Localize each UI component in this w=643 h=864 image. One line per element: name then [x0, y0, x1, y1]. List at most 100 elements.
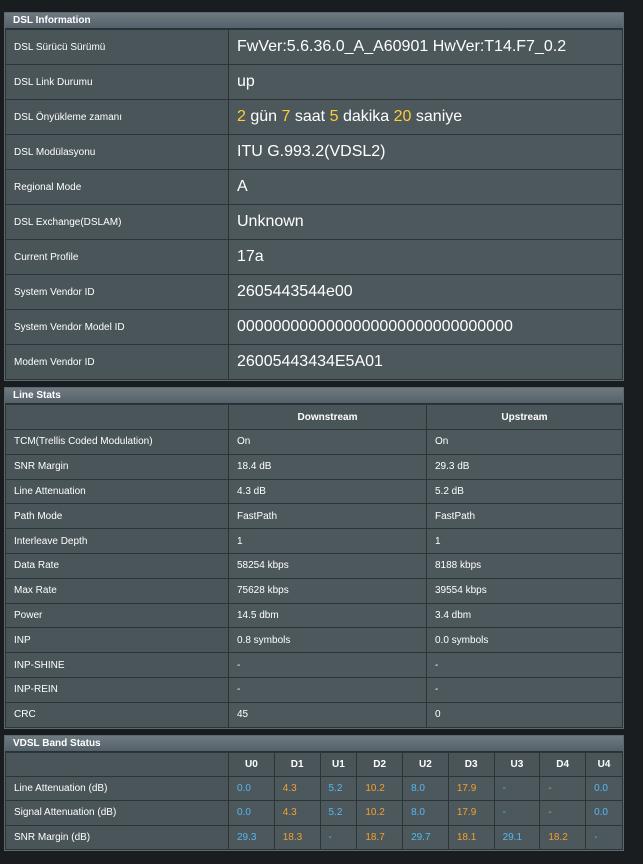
band-value-u2: 8.0: [402, 775, 449, 802]
downstream-cell: On: [228, 429, 427, 455]
band-value-u4: -: [585, 824, 623, 851]
uptime-seconds: 20: [393, 108, 412, 125]
row-label: Modem Vendor ID: [5, 344, 229, 380]
downstream-cell: 45: [228, 701, 427, 728]
current-profile-value: 17a: [228, 239, 623, 275]
table-header-row: Downstream Upstream: [5, 404, 623, 430]
dsl-log-page: DSL Information DSL Sürücü Sürümü FwVer:…: [4, 12, 624, 857]
band-value-u4: 0.0: [585, 775, 623, 802]
row-label: INP-REIN: [5, 676, 229, 703]
band-value-u1: 5.2: [319, 800, 358, 826]
upstream-cell: 29.3 dB: [426, 453, 623, 480]
downstream-cell: 14.5 dbm: [228, 602, 427, 629]
vdsl-band-table: U0 D1 U1 D2 U2 D3 U3 D4 U4 Line Attenuation (dB)…: [5, 751, 623, 851]
row-label: System Vendor Model ID: [5, 309, 229, 345]
table-row: Regional Mode A: [5, 169, 623, 205]
table-row: INP-REIN - -: [5, 676, 623, 703]
dsl-information-title: DSL Information: [5, 13, 623, 29]
table-row: SNR Margin 18.4 dB 29.3 dB: [5, 453, 623, 480]
upstream-cell: 1: [426, 528, 623, 554]
row-label: Current Profile: [5, 239, 229, 275]
band-value-u2: 8.0: [402, 800, 449, 826]
downstream-cell: FastPath: [228, 503, 427, 530]
modulation-value: ITU G.993.2(VDSL2): [228, 134, 623, 170]
line-stats-title: Line Stats: [5, 388, 623, 404]
table-row: Data Rate 58254 kbps 8188 kbps: [5, 552, 623, 579]
upstream-cell: 39554 kbps: [426, 577, 623, 604]
row-label: Max Rate: [5, 577, 229, 604]
table-row: CRC 45 0: [5, 701, 623, 728]
upstream-cell: 0.0 symbols: [426, 627, 623, 654]
uptime-days-unit: gün: [250, 108, 278, 125]
band-header-u3: U3: [493, 751, 541, 777]
band-header-u1: U1: [319, 751, 358, 777]
table-row: INP 0.8 symbols 0.0 symbols: [5, 627, 623, 654]
table-row: INP-SHINE - -: [5, 652, 623, 678]
dsl-information-table: DSL Sürücü Sürümü FwVer:5.6.36.0_A_A6090…: [5, 29, 623, 380]
uptime-value: 2 gün 7 saat 5 dakika 20 saniye: [228, 99, 623, 135]
row-label: Path Mode: [5, 503, 229, 530]
band-header-d4: D4: [539, 751, 587, 777]
downstream-cell: 0.8 symbols: [228, 627, 427, 654]
table-row: DSL Modülasyonu ITU G.993.2(VDSL2): [5, 134, 623, 170]
band-value-u0: 0.0: [228, 800, 275, 826]
regional-mode-value: A: [228, 169, 623, 205]
upstream-cell: -: [426, 652, 623, 678]
downstream-cell: 75628 kbps: [228, 577, 427, 604]
table-row: Interleave Depth 1 1: [5, 528, 623, 554]
row-label: CRC: [5, 701, 229, 728]
band-value-u2: 29.7: [402, 824, 449, 851]
table-header-row: U0 D1 U1 D2 U2 D3 U3 D4 U4: [5, 751, 623, 777]
table-row: Line Attenuation 4.3 dB 5.2 dB: [5, 478, 623, 505]
row-label: Power: [5, 602, 229, 629]
band-value-u3: 29.1: [493, 824, 541, 851]
row-label: System Vendor ID: [5, 274, 229, 310]
uptime-minutes: 5: [329, 108, 339, 125]
band-header-d3: D3: [447, 751, 495, 777]
band-header-u4: U4: [585, 751, 623, 777]
band-value-d2: 18.7: [356, 824, 404, 851]
table-row: Modem Vendor ID 26005443434E5A01: [5, 344, 623, 380]
vdsl-band-status-section: VDSL Band Status U0 D1 U1 D2 U2 D3 U3 D4 U4 Line…: [4, 734, 624, 852]
band-value-d4: -: [539, 800, 587, 826]
band-value-u4: 0.0: [585, 800, 623, 826]
band-value-d3: 17.9: [447, 800, 495, 826]
table-row: Max Rate 75628 kbps 39554 kbps: [5, 577, 623, 604]
table-row: Power 14.5 dbm 3.4 dbm: [5, 602, 623, 629]
row-label: DSL Modülasyonu: [5, 134, 229, 170]
row-label: Data Rate: [5, 552, 229, 579]
row-label: Regional Mode: [5, 169, 229, 205]
row-label: DSL Exchange(DSLAM): [5, 204, 229, 240]
row-label: INP: [5, 627, 229, 654]
row-label: Line Attenuation: [5, 478, 229, 505]
upstream-cell: 8188 kbps: [426, 552, 623, 579]
band-value-d1: 4.3: [273, 800, 321, 826]
band-value-d3: 18.1: [447, 824, 495, 851]
band-header-d1: D1: [273, 751, 321, 777]
row-label: Interleave Depth: [5, 528, 229, 554]
band-value-d4: 18.2: [539, 824, 587, 851]
table-row: DSL Exchange(DSLAM) Unknown: [5, 204, 623, 240]
header-downstream: Downstream: [228, 404, 427, 430]
band-value-u0: 0.0: [228, 775, 275, 802]
band-value-u1: 5.2: [319, 775, 358, 802]
table-row: SNR Margin (dB) 29.3 18.3-18.7 29.7 18.1 29.1…: [5, 824, 623, 851]
table-row: Path Mode FastPath FastPath: [5, 503, 623, 530]
system-vendor-model-id-value: 0000000000000000000000000000000: [228, 309, 623, 345]
uptime-days: 2: [237, 108, 246, 125]
band-value-d2: 10.2: [356, 800, 404, 826]
band-value-u3: -: [493, 775, 541, 802]
modem-vendor-id-value: 26005443434E5A01: [228, 344, 623, 380]
band-value-d1: 4.3: [273, 775, 321, 802]
table-row: DSL Link Durumu up: [5, 64, 623, 100]
dsl-information-section: DSL Information DSL Sürücü Sürümü FwVer:…: [4, 12, 624, 381]
row-label: DSL Önyükleme zamanı: [5, 99, 229, 135]
line-stats-section: Line Stats Downstream Upstream TCM(Trell…: [4, 387, 624, 729]
downstream-cell: 18.4 dB: [228, 453, 427, 480]
upstream-cell: 3.4 dbm: [426, 602, 623, 629]
table-row: Line Attenuation (dB) 0.0 4.3 5.2 10.2 8.0 17.…: [5, 775, 623, 802]
row-label: INP-SHINE: [5, 652, 229, 678]
band-header-u0: U0: [228, 751, 275, 777]
band-header-u2: U2: [402, 751, 449, 777]
row-label: SNR Margin (dB): [5, 824, 229, 851]
